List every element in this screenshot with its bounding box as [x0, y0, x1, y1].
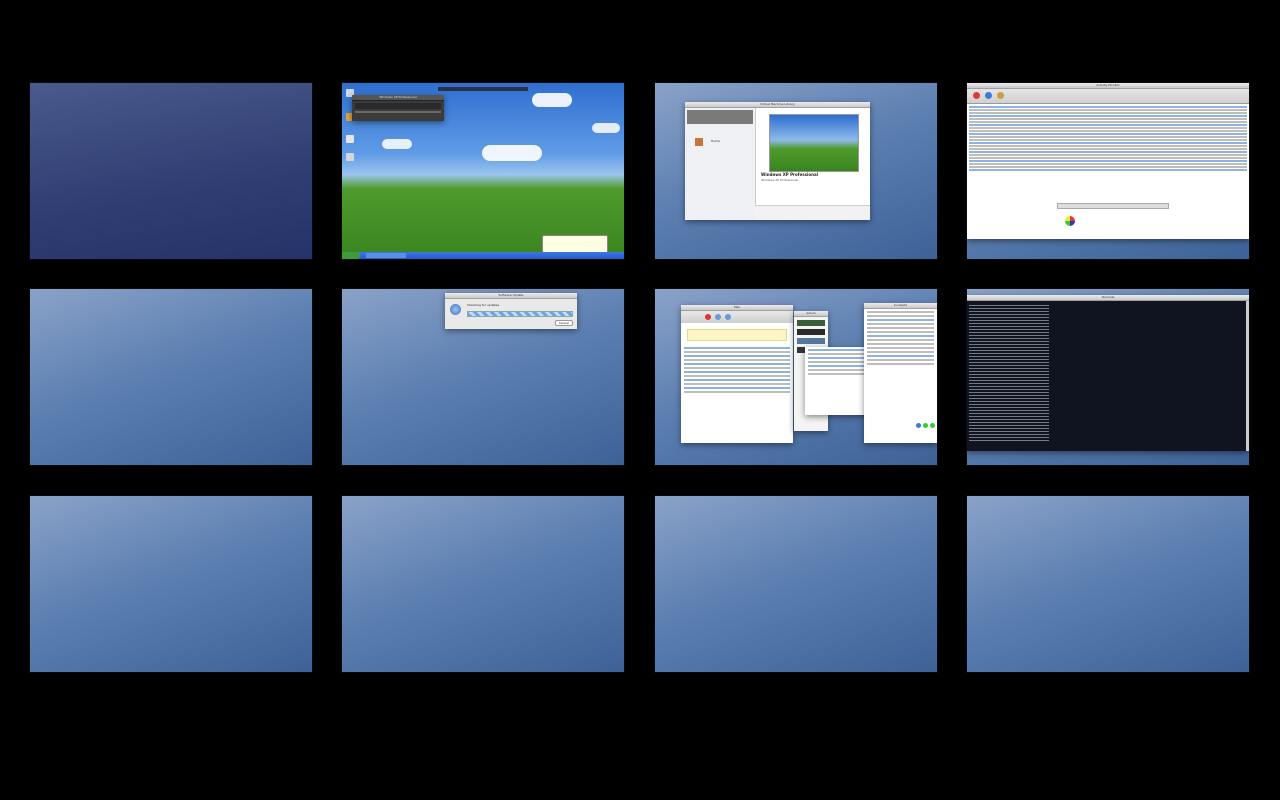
- space-8-thumbnail[interactable]: Terminal: [967, 289, 1249, 465]
- message-row: [684, 379, 790, 381]
- desktop-icon[interactable]: [346, 153, 354, 161]
- space-7-thumbnail[interactable]: Mail Adium Contacts: [655, 289, 937, 465]
- desktop-icon[interactable]: [346, 135, 354, 143]
- cloud: [532, 93, 572, 107]
- vm-name: Windows XP Professional: [761, 172, 819, 177]
- software-update-icon: [450, 304, 461, 315]
- window-title: Windows XP Professional: [352, 95, 444, 101]
- message-row: [684, 375, 790, 377]
- vm-sidebar[interactable]: Home: [685, 108, 756, 220]
- space-5-thumbnail[interactable]: [30, 289, 312, 465]
- reply-icon[interactable]: [715, 314, 721, 320]
- window-title: Contacts: [864, 303, 937, 309]
- status-dot: [930, 423, 935, 428]
- sample-icon[interactable]: [997, 92, 1004, 99]
- message-row: [684, 383, 790, 385]
- scrollbar[interactable]: [1246, 301, 1249, 451]
- start-button[interactable]: [342, 252, 360, 259]
- message-row: [684, 351, 790, 353]
- home-icon[interactable]: [695, 138, 703, 146]
- vm-sidebar-home-label: Home: [711, 139, 720, 143]
- window-content: [355, 111, 441, 113]
- cloud: [592, 123, 620, 133]
- stats-tabs[interactable]: [1057, 203, 1169, 209]
- mail-toolbar[interactable]: [681, 311, 793, 323]
- space-11-thumbnail[interactable]: [655, 496, 937, 672]
- vm-preview: [769, 114, 859, 172]
- window-title: Adium: [794, 311, 828, 317]
- contact-avatar[interactable]: [797, 320, 825, 326]
- mail-banner: [687, 329, 787, 341]
- status-dot: [916, 423, 921, 428]
- software-update-window[interactable]: Software Update Checking for updates Can…: [445, 293, 577, 329]
- update-status-text: Checking for updates: [467, 303, 500, 307]
- space-9-thumbnail[interactable]: [30, 496, 312, 672]
- cloud: [382, 139, 412, 149]
- vm-subtitle: Windows XP Professional: [761, 178, 799, 182]
- xp-window[interactable]: Windows XP Professional: [352, 95, 444, 121]
- activity-monitor-window[interactable]: Activity Monitor: [967, 83, 1249, 239]
- message-row: [684, 355, 790, 357]
- window-title: Terminal: [967, 295, 1249, 301]
- message-row: [684, 391, 790, 393]
- forward-icon[interactable]: [725, 314, 731, 320]
- cpu-pie-chart: [1065, 216, 1075, 226]
- space-12-thumbnail[interactable]: [967, 496, 1249, 672]
- message-row: [684, 367, 790, 369]
- space-10-thumbnail[interactable]: [342, 496, 624, 672]
- progress-bar: [467, 311, 573, 317]
- message-row: [684, 347, 790, 349]
- notification-balloon[interactable]: [542, 235, 608, 253]
- message-row: [684, 371, 790, 373]
- vm-buttons-bar[interactable]: [755, 205, 870, 220]
- space-3-thumbnail[interactable]: Virtual Machine Library Home Windows XP …: [655, 83, 937, 259]
- toolbar[interactable]: [967, 89, 1249, 104]
- process-table[interactable]: [967, 104, 1249, 173]
- cloud: [482, 145, 542, 161]
- space-6-thumbnail[interactable]: Software Update Checking for updates Can…: [342, 289, 624, 465]
- contact-avatar[interactable]: [797, 338, 825, 344]
- space-1-thumbnail[interactable]: [30, 83, 312, 259]
- vm-sidebar-item-selected[interactable]: [687, 110, 753, 124]
- vm-toolbar[interactable]: [438, 87, 528, 91]
- message-row: [684, 387, 790, 389]
- mail-window[interactable]: Mail: [681, 305, 793, 443]
- delete-icon[interactable]: [705, 314, 711, 320]
- status-dot: [923, 423, 928, 428]
- space-4-thumbnail[interactable]: Activity Monitor: [967, 83, 1249, 259]
- taskbar-item[interactable]: [366, 253, 406, 258]
- cancel-button[interactable]: Cancel: [554, 320, 573, 326]
- vm-library-window[interactable]: Virtual Machine Library Home Windows XP …: [685, 102, 870, 220]
- terminal-output[interactable]: [969, 303, 1049, 443]
- buddy-list-window[interactable]: Contacts: [864, 303, 937, 443]
- quit-process-icon[interactable]: [973, 92, 980, 99]
- message-row: [684, 359, 790, 361]
- inspect-icon[interactable]: [985, 92, 992, 99]
- window-content: [355, 103, 441, 109]
- message-row: [684, 363, 790, 365]
- space-2-thumbnail[interactable]: Windows XP Professional: [342, 83, 624, 259]
- terminal-window[interactable]: Terminal: [967, 295, 1249, 451]
- contact-avatar[interactable]: [797, 329, 825, 335]
- window-title: Software Update: [445, 293, 577, 299]
